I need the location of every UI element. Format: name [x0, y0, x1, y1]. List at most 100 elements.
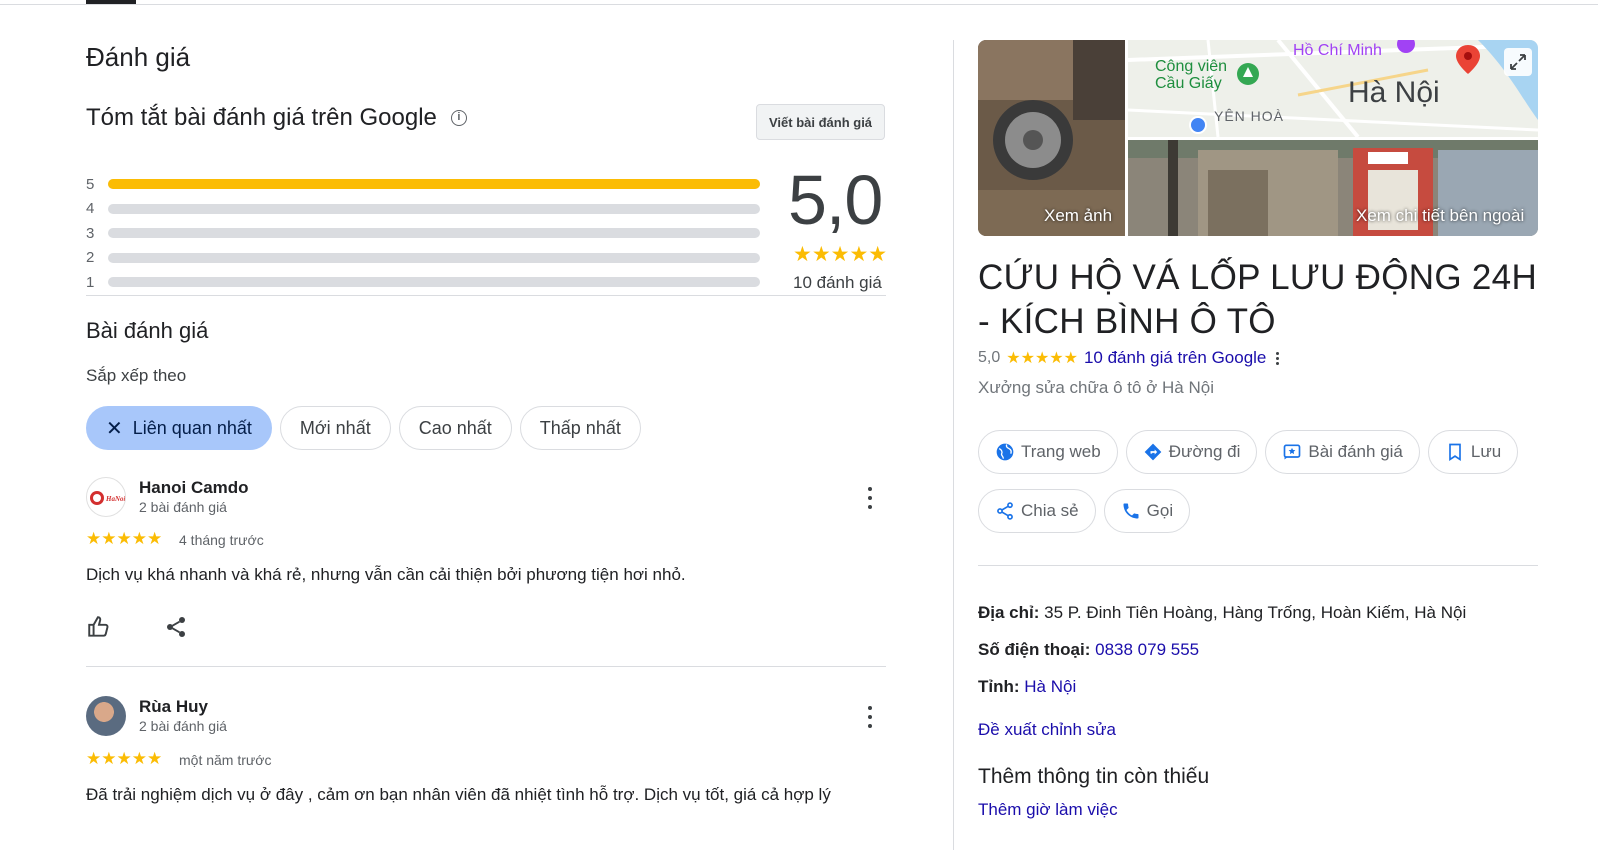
address-row: Địa chỉ: 35 P. Đinh Tiên Hoàng, Hàng Trố…: [978, 603, 1466, 623]
rating-bar-row[interactable]: 5: [86, 172, 766, 197]
rating-bar-row[interactable]: 4: [86, 197, 766, 222]
avatar[interactable]: [86, 696, 126, 736]
province-link[interactable]: Hà Nội: [1020, 677, 1076, 696]
street-view-label: Xem chi tiết bên ngoài: [1356, 206, 1525, 225]
save-label: Lưu: [1470, 442, 1502, 461]
suggest-edit-link[interactable]: Đề xuất chỉnh sửa: [978, 720, 1116, 740]
average-score: 5,0: [788, 161, 883, 239]
divider: [978, 565, 1538, 566]
review-count: 10 đánh giá: [793, 273, 882, 292]
phone-label: Số điện thoại:: [978, 640, 1091, 659]
map-label-mausoleum: Hồ Chí Minh: [1293, 42, 1382, 59]
close-icon: ✕: [106, 417, 123, 440]
divider: [86, 295, 886, 296]
rating-bar-row[interactable]: 1: [86, 270, 766, 295]
phone-link[interactable]: 0838 079 555: [1090, 640, 1199, 659]
province-row: Tỉnh: Hà Nội: [978, 677, 1076, 697]
review-author-meta: 2 bài đánh giá: [139, 718, 227, 734]
map-thumbnail[interactable]: Công viên Cầu Giấy Hồ Chí Minh YÊN HOÀ H…: [1128, 40, 1538, 137]
share-icon[interactable]: [164, 615, 190, 641]
review-button[interactable]: Bài đánh giá: [1265, 430, 1420, 474]
address-value[interactable]: 35 P. Đinh Tiên Hoàng, Hàng Trống, Hoàn …: [1039, 603, 1466, 622]
average-stars: ★★★★★: [793, 243, 888, 266]
address-label: Địa chỉ:: [978, 603, 1040, 622]
chip-label: Mới nhất: [299, 417, 371, 438]
phone-row: Số điện thoại: 0838 079 555: [978, 640, 1199, 660]
sort-chips: ✕ Liên quan nhất Mới nhất Cao nhất Thấp …: [86, 406, 641, 450]
province-label: Tỉnh:: [978, 677, 1020, 696]
review-time: một năm trước: [179, 752, 272, 768]
review-author[interactable]: Hanoi Camdo: [139, 478, 249, 498]
sort-chip-newest[interactable]: Mới nhất: [279, 406, 391, 450]
divider: [86, 666, 886, 667]
map-label-city: Hà Nội: [1348, 76, 1440, 109]
action-buttons-row2: Chia sẻ Gọi: [978, 489, 1191, 533]
top-divider: [0, 4, 1598, 5]
phone-icon: [1123, 503, 1139, 519]
sort-chip-highest[interactable]: Cao nhất: [398, 406, 512, 450]
call-label: Gọi: [1146, 501, 1174, 520]
rating-bar-row[interactable]: 2: [86, 246, 766, 271]
rating-distribution: 5 4 3 2 1: [86, 172, 766, 295]
section-title: Đánh giá: [86, 42, 191, 72]
info-icon[interactable]: i: [450, 110, 467, 126]
review-stars: ★★★★★: [86, 749, 163, 768]
review-stars: ★★★★★: [86, 529, 163, 548]
rating-bar-row[interactable]: 3: [86, 221, 766, 246]
missing-info-title: Thêm thông tin còn thiếu: [978, 765, 1210, 788]
more-options-icon[interactable]: [860, 703, 880, 731]
share-button[interactable]: Chia sẻ: [978, 489, 1096, 533]
view-photos-label: Xem ảnh: [1044, 206, 1113, 225]
website-button[interactable]: Trang web: [978, 430, 1118, 474]
review-label: Bài đánh giá: [1308, 442, 1403, 461]
active-tab-indicator: [86, 0, 136, 4]
review-author[interactable]: Rùa Huy: [139, 697, 208, 717]
bookmark-icon: [1449, 443, 1461, 462]
rating-bar-track: [108, 277, 760, 288]
map-label-district: YÊN HOÀ: [1214, 108, 1285, 124]
sort-chip-lowest[interactable]: Thấp nhất: [519, 406, 641, 450]
reviews-list-title: Bài đánh giá: [86, 318, 209, 343]
rating-bar-label: 1: [86, 273, 95, 291]
rating-bar-track: [108, 228, 760, 239]
write-review-button[interactable]: Viết bài đánh giá: [756, 104, 885, 140]
globe-icon: [996, 443, 1014, 461]
more-options-icon[interactable]: [860, 484, 880, 512]
column-separator: [953, 40, 954, 850]
rating-line: 5,0 ★★★★★ 10 đánh giá trên Google: [978, 348, 1280, 368]
directions-icon: [1144, 443, 1162, 461]
directions-button[interactable]: Đường đi: [1125, 430, 1258, 474]
map-label-park: Công viên Cầu Giấy: [1155, 58, 1228, 92]
action-buttons-row1: Trang web Đường đi Bài đánh giá Lưu: [978, 430, 1519, 474]
rating-bar-track: [108, 203, 760, 214]
sort-label: Sắp xếp theo: [86, 366, 187, 385]
save-button[interactable]: Lưu: [1427, 430, 1519, 474]
add-hours-link[interactable]: Thêm giờ làm việc: [978, 800, 1118, 820]
business-name: CỨU HỘ VÁ LỐP LƯU ĐỘNG 24H - KÍCH BÌNH Ô…: [978, 258, 1538, 341]
rating-bar-label: 3: [86, 224, 95, 242]
call-button[interactable]: Gọi: [1103, 489, 1191, 533]
business-category: Xưởng sửa chữa ô tô ở Hà Nội: [978, 378, 1214, 397]
rating-bar-label: 4: [86, 200, 95, 218]
review-author-meta: 2 bài đánh giá: [139, 499, 227, 515]
thumbs-up-icon[interactable]: [86, 614, 112, 640]
rating-bar-track: [108, 252, 760, 263]
chip-label: Thấp nhất: [539, 417, 621, 438]
sort-chip-relevant[interactable]: ✕ Liên quan nhất: [86, 406, 272, 450]
share-icon: [997, 502, 1013, 520]
reviews-link[interactable]: 10 đánh giá trên Google: [1084, 348, 1266, 368]
website-label: Trang web: [1021, 442, 1101, 461]
chip-label: Liên quan nhất: [132, 417, 252, 438]
rating-value: 5,0: [978, 349, 1001, 366]
summary-title-text: Tóm tắt bài đánh giá trên Google: [86, 104, 437, 131]
directions-label: Đường đi: [1168, 442, 1241, 461]
chip-label: Cao nhất: [418, 417, 492, 438]
review-text: Đã trải nghiệm dịch vụ ở đây , cảm ơn bạ…: [86, 785, 831, 804]
more-options-icon[interactable]: [1276, 351, 1280, 365]
review-icon: [1284, 444, 1301, 460]
street-view-thumbnail[interactable]: Xem chi tiết bên ngoài: [1128, 140, 1538, 236]
business-photo[interactable]: Xem ảnh: [978, 40, 1125, 236]
summary-title: Tóm tắt bài đánh giá trên Google i: [86, 104, 467, 132]
rating-stars: ★★★★★: [1006, 350, 1078, 367]
avatar[interactable]: HaNoi: [86, 477, 126, 517]
